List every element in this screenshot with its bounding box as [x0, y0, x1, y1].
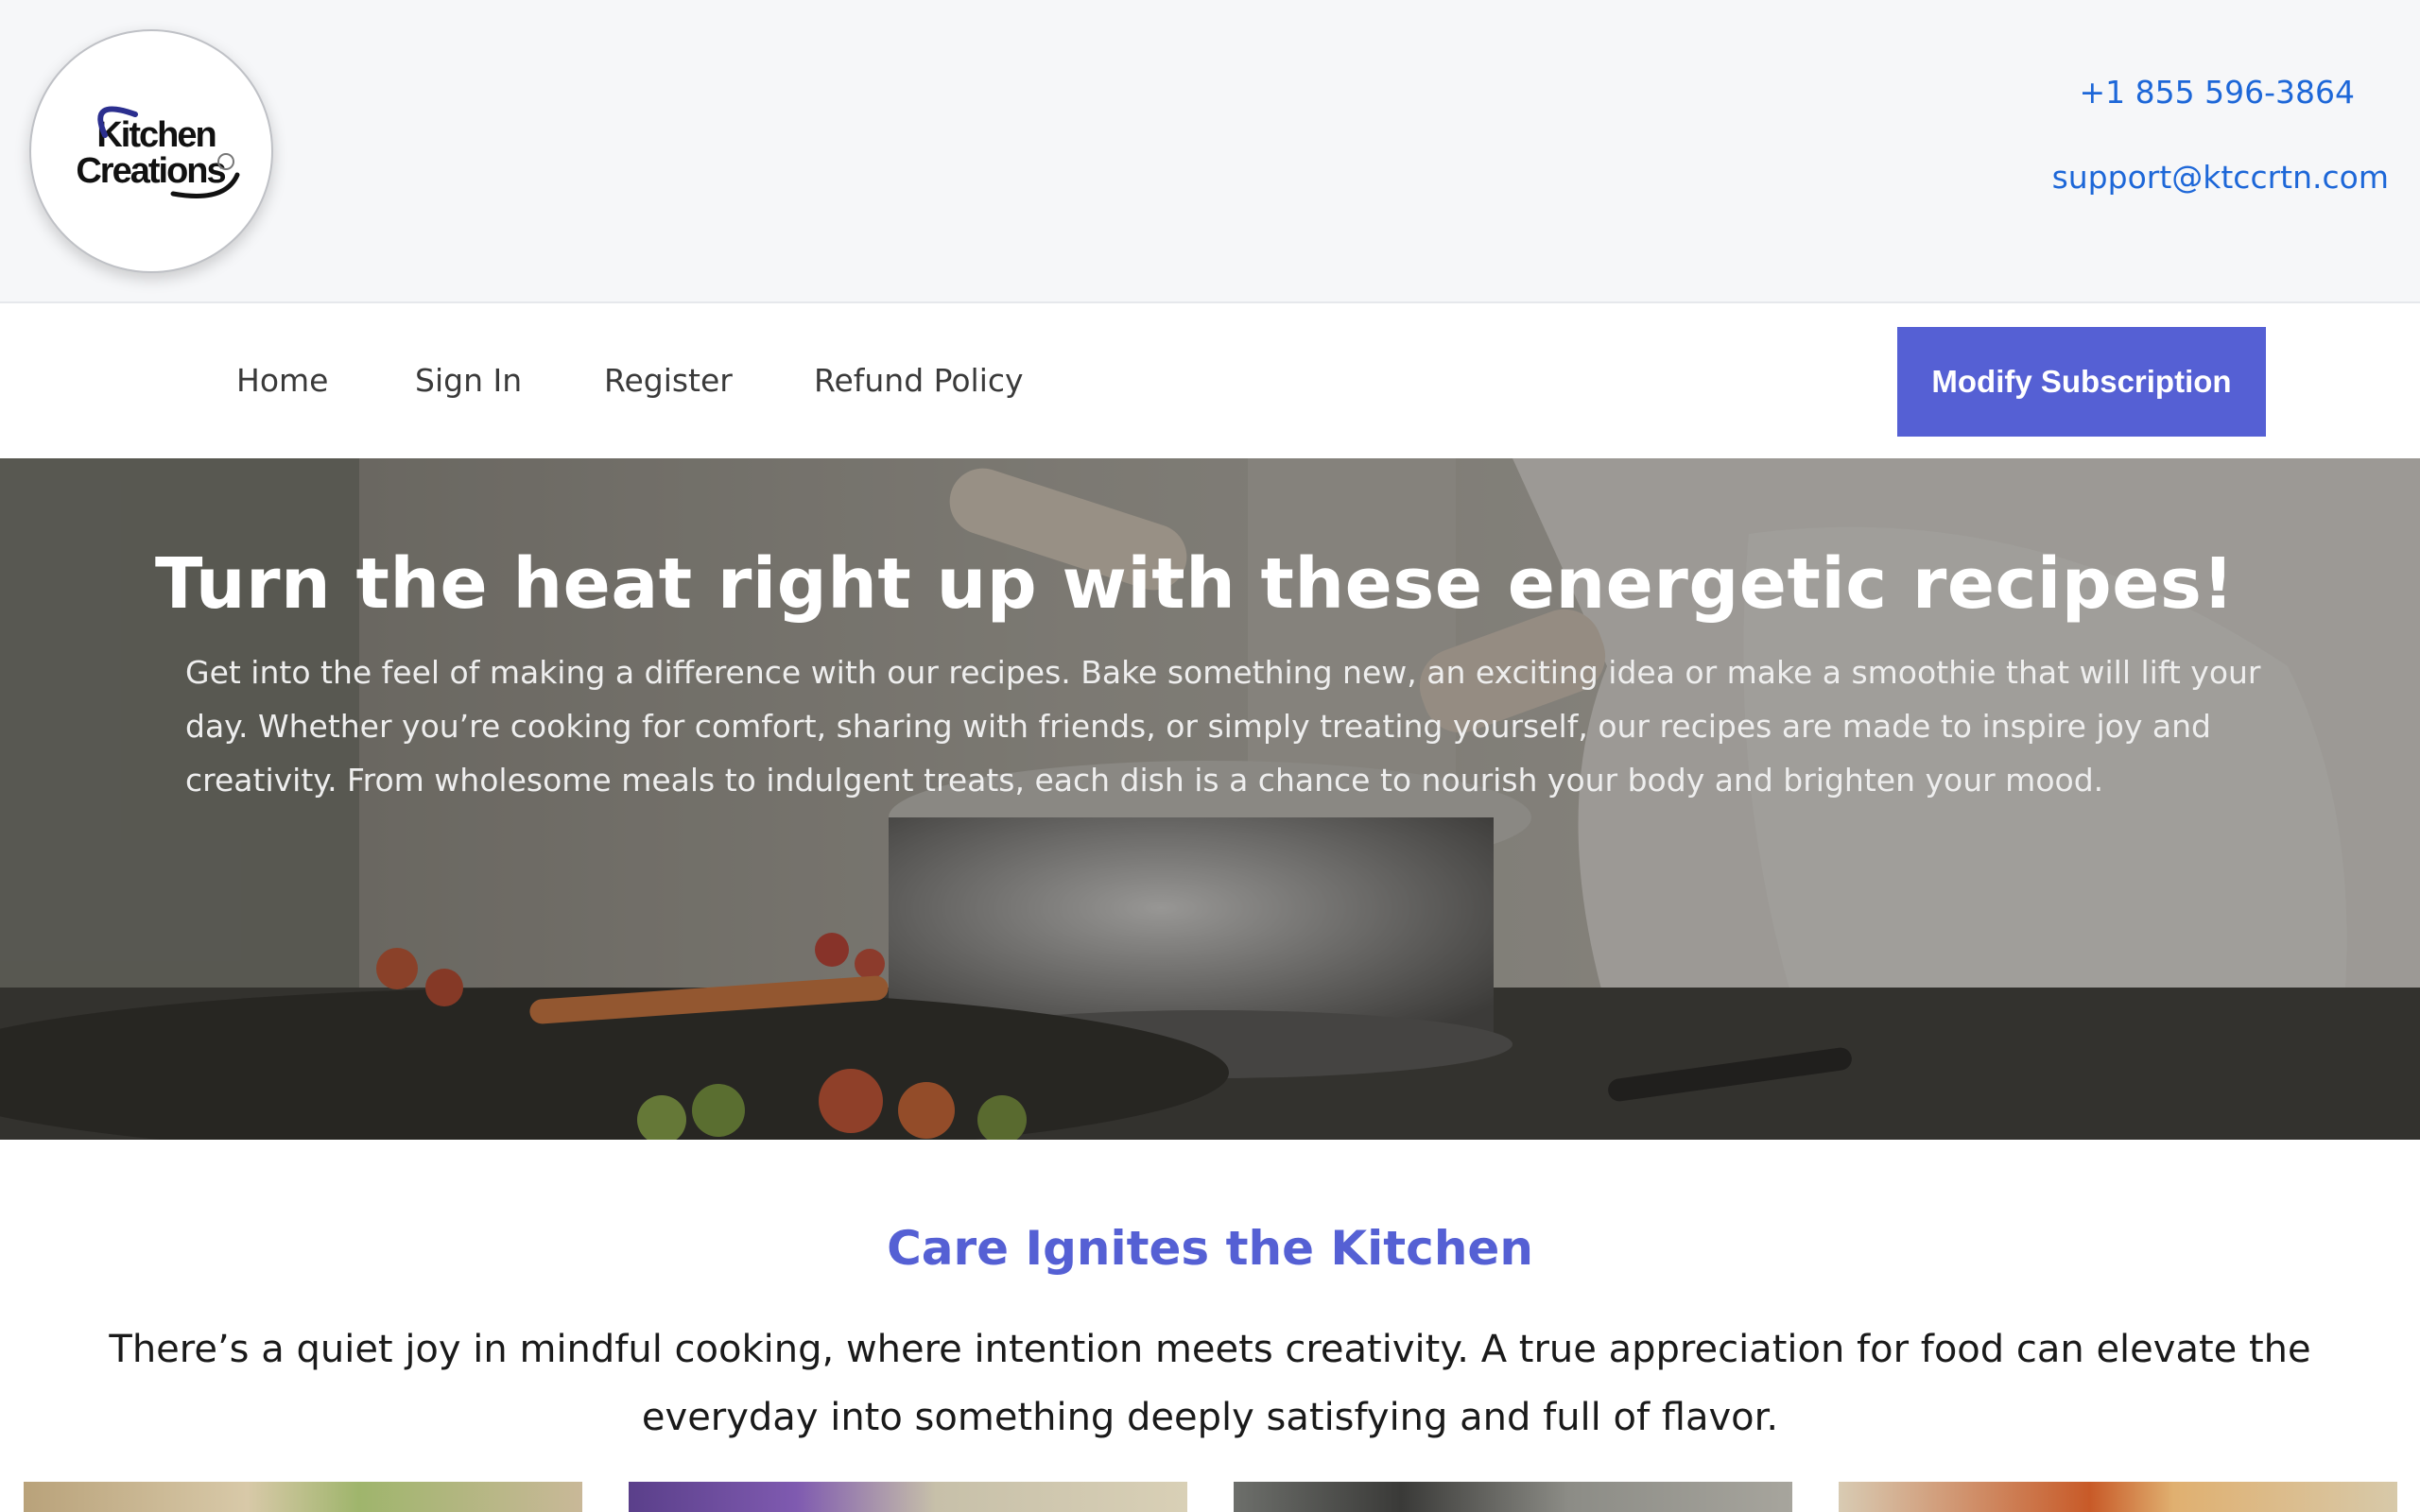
recipe-card-image[interactable]	[629, 1482, 1187, 1512]
recipe-card-image[interactable]	[1234, 1482, 1792, 1512]
top-bar: Kitchen Creations +1 855 596-3864 suppor…	[0, 0, 2420, 303]
logo-line2: Creations	[76, 151, 225, 191]
logo-graphic: Kitchen Creations	[76, 106, 240, 198]
logo-line1: Kitchen	[96, 115, 215, 155]
site-logo[interactable]: Kitchen Creations	[29, 29, 273, 273]
nav-refund-policy[interactable]: Refund Policy	[814, 303, 1024, 458]
section-description: There’s a quiet joy in mindful cooking, …	[109, 1328, 2311, 1439]
email-link[interactable]: support@ktccrtn.com	[2052, 159, 2389, 196]
phone-link[interactable]: +1 855 596-3864	[2080, 74, 2356, 111]
recipe-card-image[interactable]	[24, 1482, 582, 1512]
modify-subscription-button[interactable]: Modify Subscription	[1897, 327, 2266, 437]
section-title: Care Ignites the Kitchen	[887, 1221, 1533, 1276]
hero-description: Get into the feel of making a difference…	[185, 654, 2261, 799]
nav-register[interactable]: Register	[604, 303, 733, 458]
recipe-card-image[interactable]	[1839, 1482, 2397, 1512]
nav-home[interactable]: Home	[236, 303, 328, 458]
hero-banner: Turn the heat right up with these energe…	[0, 458, 2420, 1140]
nav-sign-in[interactable]: Sign In	[415, 303, 522, 458]
hero-title: Turn the heat right up with these energe…	[155, 543, 2235, 625]
